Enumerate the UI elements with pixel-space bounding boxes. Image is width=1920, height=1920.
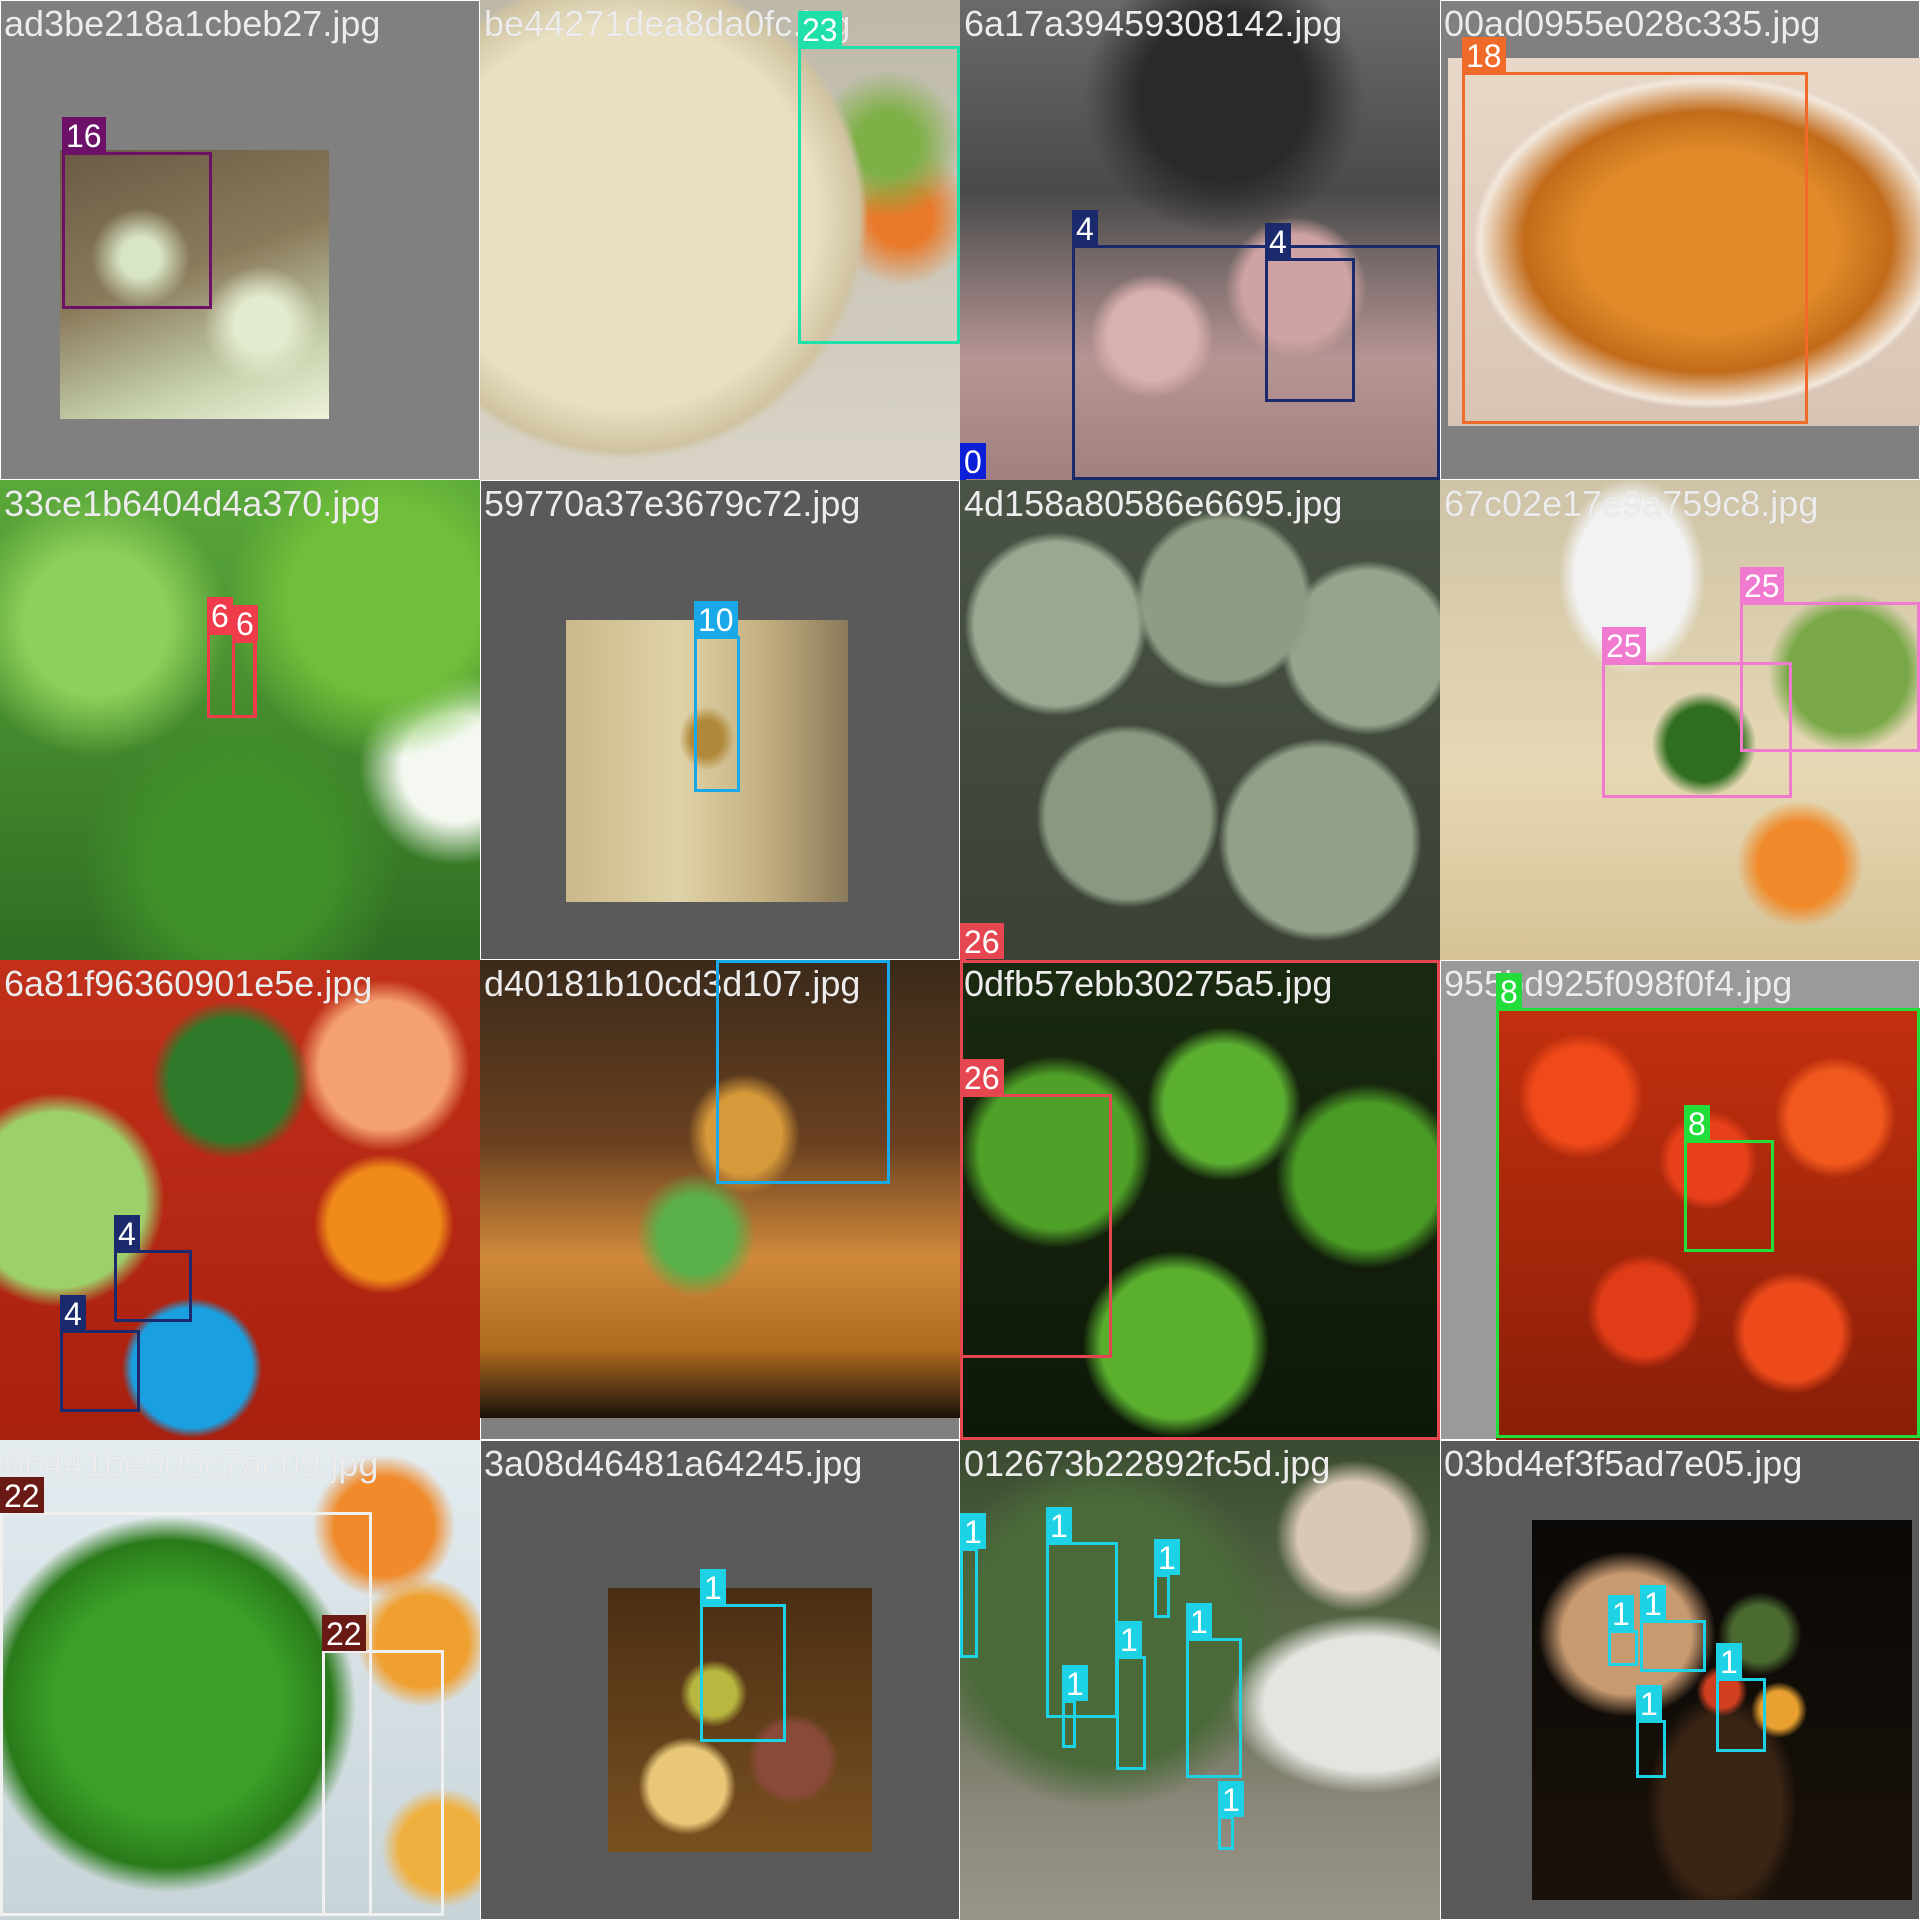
tile-filename: 4d158a80586e6695.jpg	[964, 483, 1343, 524]
bbox-1: 1	[960, 1513, 986, 1658]
tile-filename: 6a81f96360901e5e.jpg	[4, 963, 373, 1004]
bbox-4: 4	[114, 1215, 192, 1322]
bbox-26: 26	[960, 1059, 1112, 1358]
bbox-4: 4	[1265, 223, 1355, 402]
bbox-label: 1	[1218, 1781, 1244, 1818]
bbox-label: 1	[1046, 1507, 1072, 1544]
tile-cheese-platter: 3a08d46481a64245.jpg 1	[480, 1440, 960, 1920]
bbox-label: 23	[798, 11, 842, 48]
bbox-8: 8	[1684, 1105, 1774, 1252]
bbox-22: 22	[0, 1477, 372, 1916]
bbox-1: 1	[1062, 1665, 1088, 1748]
bbox-label: 6	[232, 605, 258, 642]
bbox-label: 18	[1462, 37, 1506, 74]
bbox-label: 1	[960, 1513, 986, 1550]
bbox-10: 10	[694, 601, 740, 792]
bbox-label: 8	[1496, 973, 1522, 1010]
tile-cabbage: 6b441be505c7ac09.jpg 22 22	[0, 1440, 480, 1920]
bbox-label: 1	[1062, 1665, 1088, 1702]
tile-filename: 3a08d46481a64245.jpg	[484, 1443, 863, 1484]
bbox-1: 1	[1716, 1643, 1766, 1752]
bbox-10: 10	[716, 960, 890, 1184]
tile-pineapple-table: d40181b10cd3d107.jpg 10	[480, 960, 960, 1440]
bbox-label: 25	[1740, 567, 1784, 604]
bbox-label: 1	[700, 1569, 726, 1606]
bbox-label: 0	[960, 443, 986, 480]
bbox-1: 1	[1154, 1539, 1180, 1618]
tile-filename: 67c02e17e9a759c8.jpg	[1444, 483, 1819, 524]
bbox-6: 6	[232, 605, 258, 718]
bbox-1: 1	[1218, 1781, 1244, 1850]
tile-filename: ad3be218a1cbeb27.jpg	[4, 3, 381, 44]
bbox-1: 1	[1116, 1621, 1146, 1770]
bbox-25: 25	[1602, 627, 1792, 798]
bbox-1: 1	[1640, 1585, 1706, 1672]
bbox-label: 22	[0, 1477, 44, 1514]
tile-peaches: 955bd925f098f0f4.jpg 8 8	[1440, 960, 1920, 1440]
bbox-label: 6	[207, 597, 233, 634]
bbox-label: 22	[322, 1615, 366, 1652]
tile-filename: 33ce1b6404d4a370.jpg	[4, 483, 381, 524]
bbox-label: 4	[114, 1215, 140, 1252]
bbox-1: 1	[1186, 1603, 1242, 1778]
bbox-label: 4	[1265, 223, 1291, 260]
tile-stew: be44271dea8da0fc.jpg 23	[480, 0, 960, 480]
bbox-22: 22	[322, 1615, 444, 1916]
bbox-label: 26	[960, 960, 1004, 962]
bbox-4: 4	[60, 1295, 140, 1412]
tile-green-fruits: 4d158a80586e6695.jpg 26	[960, 480, 1440, 960]
bbox-label: 1	[1116, 1621, 1142, 1658]
bbox-label: 10	[694, 601, 738, 638]
photo-green-fruits	[960, 480, 1440, 960]
bbox-label: 1	[1154, 1539, 1180, 1576]
tile-filename: 6b441be505c7ac09.jpg	[4, 1443, 379, 1484]
bbox-label: 16	[62, 117, 106, 154]
tile-bell-peppers: 0dfb57ebb30275a5.jpg 26 26	[960, 960, 1440, 1440]
tile-fries: 00ad0955e028c335.jpg 18	[1440, 0, 1920, 480]
bbox-16: 16	[62, 117, 212, 309]
tile-filename: 012673b22892fc5d.jpg	[964, 1443, 1331, 1484]
tile-filename: 59770a37e3679c72.jpg	[484, 483, 861, 524]
mosaic-grid: ad3be218a1cbeb27.jpg 16 be44271dea8da0fc…	[0, 0, 1920, 1920]
bbox-label: 8	[1684, 1105, 1710, 1142]
bbox-label: 26	[960, 1059, 1004, 1096]
bbox-label: 1	[1608, 1595, 1634, 1632]
tile-pink-produce: 6a17a39459308142.jpg 4 4 0	[960, 0, 1440, 480]
bbox-label: 26	[960, 923, 1004, 960]
bbox-label: 25	[1602, 627, 1646, 664]
tile-filename: 03bd4ef3f5ad7e05.jpg	[1444, 1443, 1803, 1484]
tile-pineapple-poster: 59770a37e3679c72.jpg 10	[480, 480, 960, 960]
bbox-label: 4	[1072, 210, 1098, 247]
bbox-label: 1	[1716, 1643, 1742, 1680]
tile-broccoli-plate: 67c02e17e9a759c8.jpg 25 25	[1440, 480, 1920, 960]
bbox-1: 1	[1608, 1595, 1638, 1666]
tile-banana-tree: 33ce1b6404d4a370.jpg 6 6	[0, 480, 480, 960]
tile-vegetables: 6a81f96360901e5e.jpg 4 4	[0, 960, 480, 1440]
tile-filename: 6a17a39459308142.jpg	[964, 3, 1343, 44]
bbox-1: 1	[1636, 1685, 1666, 1778]
bbox-label: 10	[716, 960, 760, 964]
tile-radish: ad3be218a1cbeb27.jpg 16	[0, 0, 480, 480]
bbox-18: 18	[1462, 37, 1808, 424]
bbox-label: 1	[1640, 1585, 1666, 1622]
bbox-label: 1	[1636, 1685, 1662, 1722]
photo-banana-tree	[0, 480, 480, 960]
bbox-4: 4	[1072, 210, 1440, 480]
tile-fruit-painting: 03bd4ef3f5ad7e05.jpg 1 1 1 1	[1440, 1440, 1920, 1920]
bbox-label: 1	[1186, 1603, 1212, 1640]
tile-filename: be44271dea8da0fc.jpg	[484, 3, 851, 44]
tile-vineyard: 012673b22892fc5d.jpg 1 1 1 1 1 1 1	[960, 1440, 1440, 1920]
bbox-label: 4	[60, 1295, 86, 1332]
bbox-1: 1	[700, 1569, 786, 1742]
bbox-23: 23	[798, 11, 960, 344]
bbox-0: 0	[960, 443, 986, 480]
